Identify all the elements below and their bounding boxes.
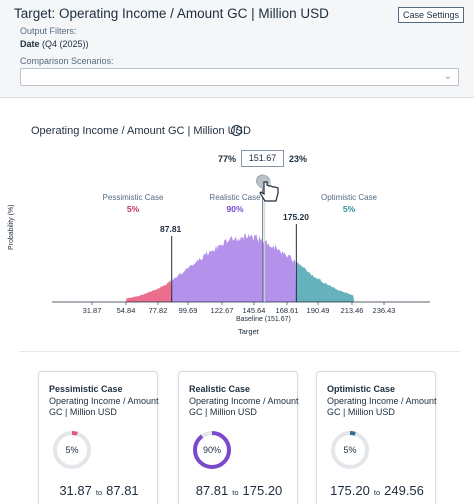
- card-title: Pessimistic Case: [49, 384, 123, 394]
- hand-cursor-icon: [257, 175, 279, 202]
- range-to: 87.81: [106, 483, 139, 498]
- case-card[interactable]: Pessimistic Case Operating Income / Amoun…: [38, 371, 159, 504]
- card-subtitle: Operating Income / Amount GC | Million U…: [327, 396, 437, 417]
- case-card[interactable]: Realistic Case Operating Income / Amount …: [178, 371, 299, 504]
- donut-pct-text: 90%: [202, 445, 221, 455]
- x-axis-label: Target: [238, 327, 259, 336]
- x-tick-label: 190.49: [306, 306, 330, 315]
- pessimistic-area: [126, 280, 172, 302]
- x-tick-label: 236.43: [372, 306, 396, 315]
- case-card[interactable]: Optimistic Case Operating Income / Amount…: [316, 371, 437, 504]
- x-tick-label: 31.87: [82, 306, 102, 315]
- x-tick-label: 77.82: [148, 306, 168, 315]
- card-subtitle: Operating Income / Amount GC | Million U…: [49, 396, 159, 417]
- x-tick-label: 213.46: [340, 306, 364, 315]
- range-to-label: to: [95, 488, 103, 497]
- range-to: 249.56: [384, 483, 424, 498]
- x-tick-label: 54.84: [116, 306, 136, 315]
- range-from: 175.20: [330, 483, 370, 498]
- donut-pct-text: 5%: [343, 445, 357, 455]
- optimistic-area: [296, 261, 355, 302]
- realistic-area: [171, 233, 297, 302]
- card-subtitle: Operating Income / Amount GC | Million U…: [189, 396, 299, 417]
- range-to: 175.20: [242, 483, 283, 498]
- donut-pct-text: 5%: [65, 445, 79, 455]
- card-range: 31.87 to 87.81: [39, 483, 159, 498]
- range-from: 31.87: [59, 483, 92, 498]
- x-tick-label: 99.69: [178, 306, 198, 315]
- x-tick-label: 122.67: [210, 306, 234, 315]
- range-from: 87.81: [195, 483, 229, 498]
- card-title: Optimistic Case: [327, 384, 396, 394]
- card-range: 175.20 to 249.56: [317, 483, 437, 498]
- section-divider: [19, 351, 460, 352]
- baseline-label: Baseline (151.67): [236, 316, 291, 323]
- range-to-label: to: [232, 488, 239, 497]
- range-to-label: to: [373, 488, 381, 497]
- x-tick-label: 168.61: [275, 306, 299, 315]
- x-tick-label: 145.64: [242, 306, 266, 315]
- card-title: Realistic Case: [189, 384, 251, 394]
- card-range: 87.81 to 175.20: [179, 483, 299, 498]
